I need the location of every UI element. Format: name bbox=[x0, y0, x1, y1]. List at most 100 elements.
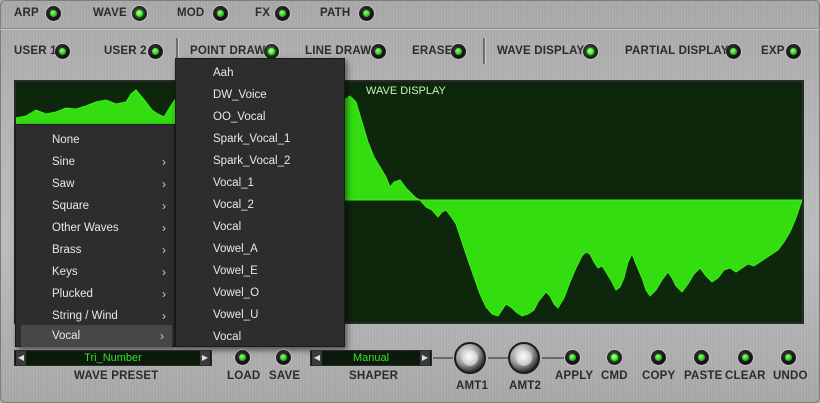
cmd-led[interactable] bbox=[607, 350, 622, 365]
tab-path-label[interactable]: PATH bbox=[320, 7, 350, 19]
paste-led[interactable] bbox=[694, 350, 709, 365]
clear-led[interactable] bbox=[738, 350, 753, 365]
submenu-item[interactable]: Spark_Vocal_2 bbox=[176, 150, 344, 172]
menu-item-none[interactable]: None bbox=[16, 129, 174, 151]
menu-item-plucked[interactable]: Plucked › bbox=[16, 283, 174, 305]
connector-line bbox=[433, 357, 453, 359]
partial-display-led[interactable] bbox=[726, 44, 741, 59]
apply-led[interactable] bbox=[565, 350, 580, 365]
menu-item-sine[interactable]: Sine › bbox=[16, 151, 174, 173]
submenu-item[interactable]: Vocal_1 bbox=[176, 172, 344, 194]
line-draw-led[interactable] bbox=[371, 44, 386, 59]
wave-preset-value: Tri_Number bbox=[84, 352, 142, 364]
amt2-knob[interactable] bbox=[508, 342, 540, 374]
save-label[interactable]: SAVE bbox=[269, 370, 300, 382]
undo-label[interactable]: UNDO bbox=[773, 370, 808, 382]
submenu-item[interactable]: Vocal_2 bbox=[176, 194, 344, 216]
load-led[interactable] bbox=[235, 350, 250, 365]
menu-item-other-waves[interactable]: Other Waves › bbox=[16, 217, 174, 239]
wave-display-label[interactable]: WAVE DISPLAY bbox=[497, 45, 584, 57]
arrow-right-icon[interactable]: ▶ bbox=[200, 351, 210, 365]
arrow-left-icon[interactable]: ◀ bbox=[312, 351, 322, 365]
cmd-label[interactable]: CMD bbox=[601, 370, 628, 382]
user2-label[interactable]: USER 2 bbox=[104, 45, 147, 57]
tab-mod-label[interactable]: MOD bbox=[177, 7, 204, 19]
submenu-item[interactable]: Vowel_A bbox=[176, 238, 344, 260]
arrow-left-icon[interactable]: ◀ bbox=[16, 351, 26, 365]
connector-line bbox=[488, 357, 508, 359]
menu-item-string-wind[interactable]: String / Wind › bbox=[16, 305, 174, 327]
tab-wave-led[interactable] bbox=[132, 6, 147, 21]
toolbar-separator bbox=[483, 38, 485, 64]
submenu-item[interactable]: Vowel_E bbox=[176, 260, 344, 282]
tab-mod-led[interactable] bbox=[213, 6, 228, 21]
divider-top bbox=[0, 28, 820, 29]
arrow-right-icon[interactable]: ▶ bbox=[420, 351, 430, 365]
shaper-selector[interactable]: ◀ Manual ▶ bbox=[310, 350, 432, 366]
copy-led[interactable] bbox=[651, 350, 666, 365]
user1-led[interactable] bbox=[55, 44, 70, 59]
connector-line bbox=[542, 357, 564, 359]
chevron-right-icon: › bbox=[162, 177, 166, 191]
shaper-value: Manual bbox=[352, 352, 390, 364]
exp-led[interactable] bbox=[786, 44, 801, 59]
submenu-item[interactable]: Vowel_O bbox=[176, 282, 344, 304]
tab-path-led[interactable] bbox=[359, 6, 374, 21]
submenu-item[interactable]: Vocal bbox=[176, 326, 344, 348]
amt1-knob[interactable] bbox=[454, 342, 486, 374]
shaper-label: SHAPER bbox=[349, 370, 399, 382]
submenu-item[interactable]: Spark_Vocal_1 bbox=[176, 128, 344, 150]
menu-item-label: Brass bbox=[52, 244, 82, 256]
point-draw-label[interactable]: POINT DRAW bbox=[190, 45, 265, 57]
load-label[interactable]: LOAD bbox=[227, 370, 260, 382]
wave-display-led[interactable] bbox=[583, 44, 598, 59]
amt2-label: AMT2 bbox=[509, 380, 542, 392]
user2-led[interactable] bbox=[148, 44, 163, 59]
clear-label[interactable]: CLEAR bbox=[725, 370, 766, 382]
vocal-submenu[interactable]: Aah DW_Voice OO_Vocal Spark_Vocal_1 Spar… bbox=[175, 58, 345, 347]
menu-item-keys[interactable]: Keys › bbox=[16, 261, 174, 283]
apply-label[interactable]: APPLY bbox=[555, 370, 593, 382]
menu-item-label: Keys bbox=[52, 266, 78, 278]
wave-preset-selector[interactable]: ◀ Tri_Number ▶ bbox=[14, 350, 212, 366]
submenu-item[interactable]: Vocal bbox=[176, 216, 344, 238]
menu-item-label: None bbox=[52, 134, 80, 146]
menu-item-vocal[interactable]: Vocal › bbox=[21, 325, 172, 347]
wave-category-menu[interactable]: None Sine › Saw › Square › Other Waves › Bra… bbox=[15, 124, 175, 347]
menu-item-brass[interactable]: Brass › bbox=[16, 239, 174, 261]
undo-led[interactable] bbox=[781, 350, 796, 365]
menu-item-label: String / Wind bbox=[52, 310, 118, 322]
user1-label[interactable]: USER 1 bbox=[14, 45, 57, 57]
submenu-item[interactable]: OO_Vocal bbox=[176, 106, 344, 128]
line-draw-label[interactable]: LINE DRAW bbox=[305, 45, 371, 57]
menu-item-label: Plucked bbox=[52, 288, 93, 300]
submenu-item[interactable]: DW_Voice bbox=[176, 84, 344, 106]
menu-item-square[interactable]: Square › bbox=[16, 195, 174, 217]
chevron-right-icon: › bbox=[162, 287, 166, 301]
tab-wave-label[interactable]: WAVE bbox=[93, 7, 127, 19]
chevron-right-icon: › bbox=[162, 199, 166, 213]
partial-display-label[interactable]: PARTIAL DISPLAY bbox=[625, 45, 729, 57]
tab-fx-label[interactable]: FX bbox=[255, 7, 270, 19]
display-title: WAVE DISPLAY bbox=[366, 85, 446, 97]
menu-item-label: Saw bbox=[52, 178, 75, 190]
exp-label[interactable]: EXP bbox=[761, 45, 785, 57]
chevron-right-icon: › bbox=[162, 243, 166, 257]
copy-label[interactable]: COPY bbox=[642, 370, 675, 382]
wave-preset-label: WAVE PRESET bbox=[74, 370, 159, 382]
tab-fx-led[interactable] bbox=[275, 6, 290, 21]
submenu-item[interactable]: Vowel_U bbox=[176, 304, 344, 326]
erase-label[interactable]: ERASE bbox=[412, 45, 453, 57]
tab-arp-label[interactable]: ARP bbox=[14, 7, 39, 19]
chevron-right-icon: › bbox=[162, 221, 166, 235]
save-led[interactable] bbox=[276, 350, 291, 365]
point-draw-led[interactable] bbox=[264, 44, 279, 59]
tab-arp-led[interactable] bbox=[46, 6, 61, 21]
menu-item-saw[interactable]: Saw › bbox=[16, 173, 174, 195]
amt1-label: AMT1 bbox=[456, 380, 489, 392]
chevron-right-icon: › bbox=[160, 329, 164, 343]
erase-led[interactable] bbox=[451, 44, 466, 59]
paste-label[interactable]: PASTE bbox=[684, 370, 723, 382]
menu-item-label: Vocal bbox=[52, 330, 81, 342]
submenu-item[interactable]: Aah bbox=[176, 62, 344, 84]
